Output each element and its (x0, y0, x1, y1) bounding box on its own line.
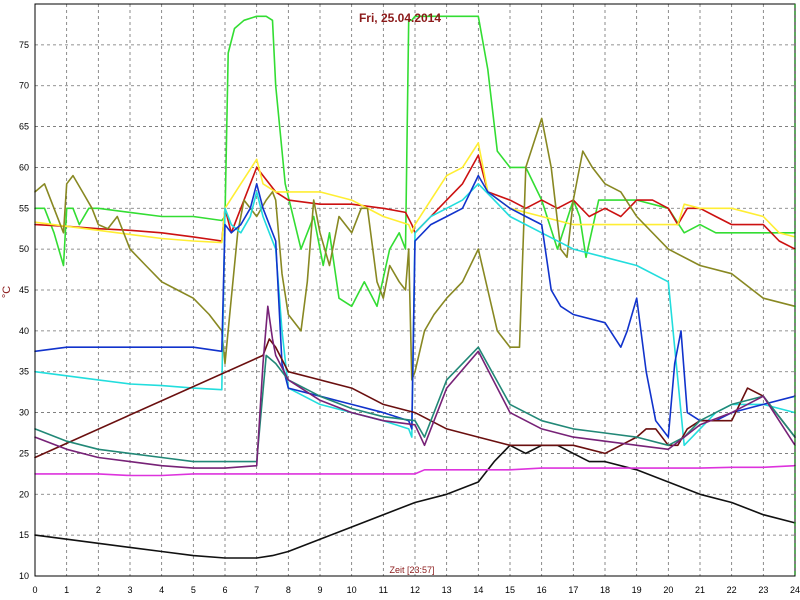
x-tick-label: 12 (410, 585, 420, 595)
x-tick-label: 23 (758, 585, 768, 595)
x-tick-label: 18 (600, 585, 610, 595)
y-tick-label: 75 (19, 40, 29, 50)
x-tick-label: 11 (379, 585, 388, 595)
x-tick-label: 2 (96, 585, 101, 595)
x-axis-label: Zeit [23:57] (389, 565, 434, 575)
series-lines (34, 15, 796, 559)
x-tick-label: 22 (727, 585, 737, 595)
x-tick-label: 17 (568, 585, 578, 595)
x-tick-label: 19 (632, 585, 642, 595)
x-tick-label: 5 (191, 585, 196, 595)
x-tick-label: 0 (32, 585, 37, 595)
y-tick-label: 40 (19, 326, 29, 336)
x-tick-label: 8 (286, 585, 291, 595)
y-tick-label: 30 (19, 408, 29, 418)
y-tick-label: 15 (19, 530, 29, 540)
x-tick-label: 24 (790, 585, 800, 595)
y-tick-label: 65 (19, 122, 29, 132)
x-tick-label: 21 (695, 585, 705, 595)
tick-labels: 0 1 2 3 4 5 6 7 8 9 10 11 12 13 14 15 16 17 18 19 20 21 22 23 24… (19, 40, 800, 595)
x-tick-label: 6 (222, 585, 227, 595)
x-tick-label: 7 (254, 585, 259, 595)
y-tick-label: 35 (19, 367, 29, 377)
grid-lines (35, 4, 795, 576)
y-axis-label: °C (1, 286, 13, 298)
x-tick-label: 3 (127, 585, 132, 595)
x-tick-label: 13 (442, 585, 452, 595)
x-tick-label: 20 (663, 585, 673, 595)
x-tick-label: 9 (317, 585, 322, 595)
x-tick-label: 14 (473, 585, 483, 595)
y-tick-label: 55 (19, 203, 29, 213)
y-tick-label: 70 (19, 81, 29, 91)
y-tick-label: 50 (19, 244, 29, 254)
y-tick-label: 25 (19, 448, 29, 458)
y-tick-label: 10 (19, 571, 29, 581)
x-tick-label: 16 (537, 585, 547, 595)
y-tick-label: 60 (19, 162, 29, 172)
x-tick-label: 4 (159, 585, 164, 595)
x-tick-label: 1 (64, 585, 69, 595)
y-tick-label: 45 (19, 285, 29, 295)
temperature-chart: 0 1 2 3 4 5 6 7 8 9 10 11 12 13 14 15 16 17 18 19 20 21 22 23 24… (0, 0, 800, 600)
chart-title: Fri, 25.04.2014 (359, 11, 441, 25)
chart-canvas: 0 1 2 3 4 5 6 7 8 9 10 11 12 13 14 15 16 17 18 19 20 21 22 23 24… (1, 3, 800, 595)
y-tick-label: 20 (19, 489, 29, 499)
x-tick-label: 15 (505, 585, 515, 595)
x-tick-label: 10 (347, 585, 357, 595)
